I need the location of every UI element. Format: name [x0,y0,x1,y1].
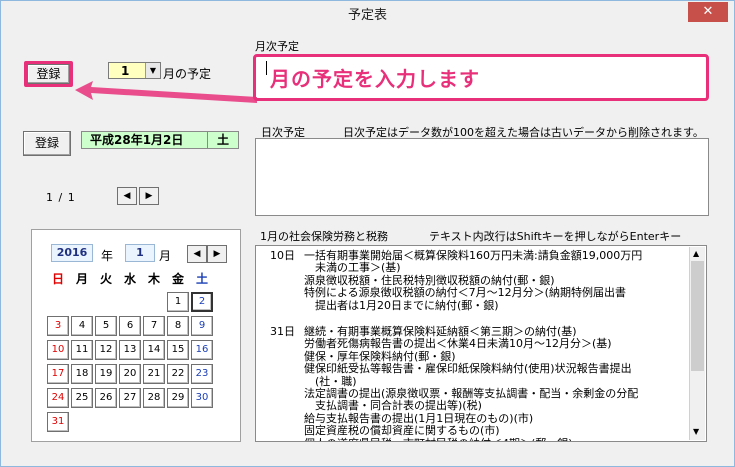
event-day: 31日 [270,325,295,339]
calendar-day[interactable]: 22 [167,364,189,384]
calendar-day[interactable]: 3 [47,316,69,336]
calendar-day[interactable]: 20 [119,364,141,384]
weekday-label: 水 [123,272,136,286]
calendar-day[interactable]: 27 [119,388,141,408]
callout-arrow-icon [75,81,257,103]
weekday-label: 土 [195,272,208,286]
calendar-day[interactable]: 5 [95,316,117,336]
calendar-day[interactable]: 15 [167,340,189,360]
event-line: 提出者は1月20日までに納付(郵・銀) [304,298,499,312]
year-suffix: 年 [101,249,114,263]
scrollbar-thumb[interactable] [691,261,704,371]
calendar-day[interactable]: 14 [143,340,165,360]
weekday-label: 金 [171,272,184,286]
calendar-year[interactable]: 2016 [51,244,93,262]
month-suffix-label: 月の予定 [163,67,212,81]
info-heading: 1月の社会保険労務と税務 [260,230,388,243]
calendar-day[interactable]: 10 [47,340,69,360]
text-cursor [266,61,267,75]
window-title: 予定表 [347,8,387,23]
calendar-day[interactable]: 31 [47,412,69,432]
event-line: 労働者死傷病報告書の提出＜休業4日未満10月～12月分＞(基) [304,337,612,351]
event-day: 10日 [270,249,295,262]
calendar-day[interactable]: 13 [119,340,141,360]
scroll-down-icon[interactable]: ▼ [693,427,699,436]
event-line: 未満の工事＞(基) [304,261,401,275]
register-highlight [24,61,73,87]
calendar-day[interactable]: 23 [191,364,213,384]
callout-text: 月の予定を入力します [270,67,480,91]
info-scrollbar[interactable]: ▲ ▼ [689,247,705,440]
calendar-day[interactable]: 19 [95,364,117,384]
calendar-day[interactable]: 11 [71,340,93,360]
calendar-day[interactable]: 26 [95,388,117,408]
calendar-day[interactable]: 1 [167,292,189,312]
calendar-day[interactable]: 8 [167,316,189,336]
calendar-day[interactable]: 12 [95,340,117,360]
calendar-day[interactable]: 4 [71,316,93,336]
calendar-day[interactable]: 7 [143,316,165,336]
monthly-schedule-input[interactable]: 月の予定を入力します [253,54,709,101]
event-line: 個人の道府県民税・市町村民税の納付＜4期＞(郵・銀) [304,437,642,441]
calendar-day[interactable]: 24 [47,388,69,408]
event-block: 10日 一括有期事業開始届＜概算保険料160万円未満:請負金額19,000万円 未… [266,249,642,312]
scroll-up-icon[interactable]: ▲ [693,249,699,258]
title-bar: 予定表 [1,1,734,31]
daily-next-button[interactable]: ▶ [139,187,159,205]
selected-date: 平成28年1月2日 [81,131,209,149]
monthly-schedule-label: 月次予定 [255,40,299,53]
selected-weekday: 土 [207,131,239,149]
calendar-day[interactable]: 9 [191,316,213,336]
weekday-label: 月 [75,272,88,286]
calendar-day[interactable]: 21 [143,364,165,384]
weekday-label: 火 [99,272,112,286]
calendar-day[interactable]: 29 [167,388,189,408]
calendar-day[interactable]: 16 [191,340,213,360]
event-line: 特例による源泉徴収税額の納付＜7月～12月分＞(納期特例届出書 [304,286,626,300]
calendar-day[interactable]: 25 [71,388,93,408]
weekday-label: 木 [147,272,160,286]
calendar-day[interactable]: 17 [47,364,69,384]
daily-register-button[interactable]: 登録 [23,131,71,156]
event-line: 固定資産税の償却資産に関するもの(市) [304,424,500,438]
event-line: 支払調書・同合計表の提出等)(税) [304,399,482,413]
calendar-next-button[interactable]: ▶ [207,245,227,263]
calendar-day[interactable]: 30 [191,388,213,408]
chevron-down-icon[interactable]: ▼ [145,63,160,78]
schedule-window: 予定表 ✕ 月次予定 登録 1 ▼ 月の予定 月の予定を入力します 登録 平成2… [0,0,735,467]
month-select[interactable]: 1 ▼ [108,62,161,79]
calendar-day[interactable]: 6 [119,316,141,336]
close-button[interactable]: ✕ [688,2,728,22]
info-hint: テキスト内改行はShiftキーを押しながらEnterキー [429,230,682,243]
event-line: 健保印紙受払等報告書・雇保印紙保険料納付(使用)状況報告書提出 [304,362,632,376]
calendar-prev-button[interactable]: ◀ [187,245,207,263]
calendar-month[interactable]: 1 [125,244,155,262]
daily-schedule-input[interactable] [255,138,709,216]
calendar-day[interactable]: 28 [143,388,165,408]
calendar-day[interactable]: 18 [71,364,93,384]
tax-info-textarea[interactable]: 10日 一括有期事業開始届＜概算保険料160万円未満:請負金額19,000万円 未… [255,245,707,442]
month-suffix: 月 [159,249,172,263]
event-block: 31日 継続・有期事業概算保険料延納額＜第三期＞の納付(基) 労働者死傷病報告書の提… [266,325,642,441]
calendar-day[interactable]: 2 [191,292,213,312]
page-indicator: 1 / 1 [46,191,76,204]
daily-prev-button[interactable]: ◀ [117,187,137,205]
weekday-label: 日 [51,272,64,286]
